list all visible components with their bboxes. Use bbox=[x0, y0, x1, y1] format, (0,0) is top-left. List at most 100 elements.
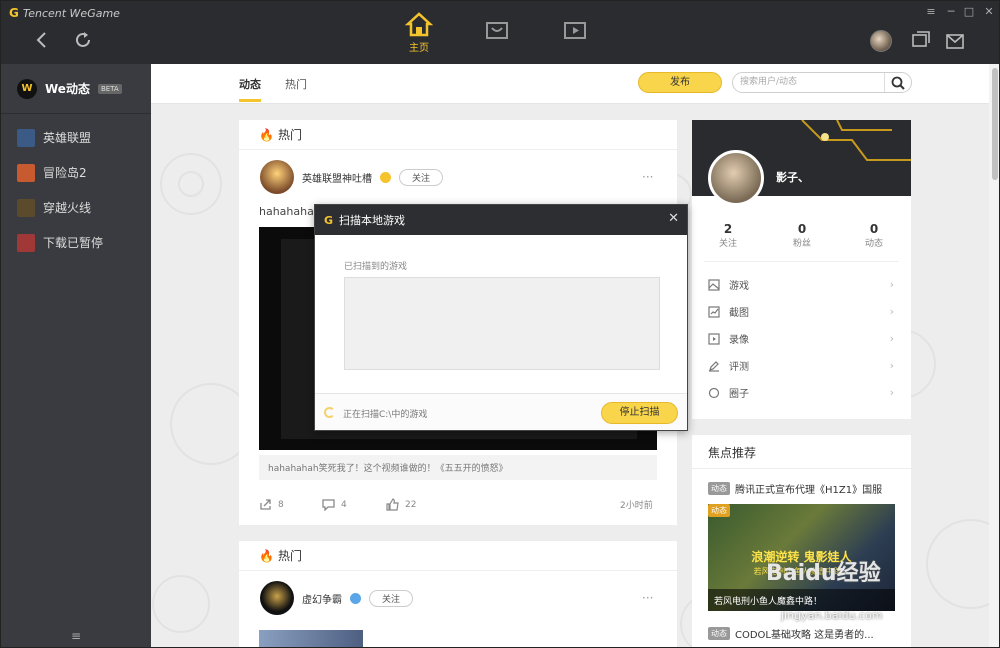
banner-caption: 若风电刑小鱼人魔鑫中路！ bbox=[708, 589, 895, 611]
like-count: 22 bbox=[405, 499, 417, 510]
post-author[interactable]: 虚幻争霸 关注 bbox=[260, 581, 414, 615]
messages-button[interactable] bbox=[910, 30, 932, 52]
sidebar-item-lol[interactable]: 英雄联盟 bbox=[1, 120, 151, 155]
divider bbox=[692, 468, 911, 469]
profile-link-label: 截图 bbox=[729, 308, 749, 319]
sidebar-item-label: 冒险岛2 bbox=[43, 166, 87, 180]
card-section-header: 🔥 热门 bbox=[239, 541, 677, 571]
found-games-list[interactable] bbox=[344, 277, 660, 370]
profile-link-label: 录像 bbox=[729, 335, 749, 346]
author-avatar[interactable] bbox=[260, 160, 294, 194]
author-avatar[interactable] bbox=[260, 581, 294, 615]
author-name[interactable]: 英雄联盟神吐槽 bbox=[302, 170, 372, 185]
profile-link-recordings[interactable]: 录像 › bbox=[708, 325, 894, 352]
stat-label: 关注 bbox=[718, 239, 737, 249]
chevron-right-icon: › bbox=[889, 359, 894, 372]
share-icon bbox=[260, 499, 271, 510]
more-options-icon[interactable]: ··· bbox=[642, 170, 653, 184]
sidebar: W We动态 BETA 英雄联盟 冒险岛2 穿越火线 下载已暂停 ≡ bbox=[1, 64, 151, 647]
stat-value: 0 bbox=[797, 222, 807, 236]
sidebar-item-download-paused[interactable]: 下载已暂停 bbox=[1, 225, 151, 260]
profile-link-circles[interactable]: 圈子 › bbox=[708, 379, 894, 406]
refresh-button[interactable] bbox=[70, 27, 96, 53]
loading-spinner-icon bbox=[324, 407, 335, 418]
focus-item[interactable]: 动态 腾讯正式宣布代理《H1Z1》国服 bbox=[708, 481, 882, 496]
minimize-button[interactable]: ─ bbox=[942, 5, 960, 18]
verified-icon bbox=[350, 592, 361, 604]
profile-link-reviews[interactable]: 评测 › bbox=[708, 352, 894, 379]
close-window-button[interactable]: ✕ bbox=[980, 5, 998, 18]
video-icon bbox=[564, 22, 586, 39]
post-time-text: 2小时前 bbox=[620, 501, 653, 511]
baidu-watermark: Baidu经验 bbox=[766, 561, 881, 586]
app-title: Tencent WeGame bbox=[22, 6, 120, 20]
wegame-window: G Tencent WeGame 主页 ≡ ─ □ ✕ W We动态 BETA … bbox=[0, 0, 1000, 648]
sidebar-item-maplestory2[interactable]: 冒险岛2 bbox=[1, 155, 151, 190]
profile-link-label: 圈子 bbox=[729, 389, 749, 400]
sidebar-header[interactable]: W We动态 BETA bbox=[1, 64, 151, 114]
pencil-icon bbox=[709, 360, 719, 372]
chevron-right-icon: › bbox=[889, 332, 894, 345]
scrollbar[interactable] bbox=[989, 64, 999, 647]
scan-status-text: 正在扫描C:\中的游戏 bbox=[343, 410, 428, 420]
focus-item[interactable]: 动态 CODOL基础攻略 这是勇者的... bbox=[708, 626, 874, 641]
chevron-right-icon: › bbox=[889, 386, 894, 399]
tab-dynamics[interactable]: 动态 bbox=[239, 76, 261, 102]
tab-home-label: 主页 bbox=[409, 43, 429, 54]
tab-home[interactable]: 主页 bbox=[399, 11, 439, 54]
menu-button[interactable]: ≡ bbox=[922, 5, 940, 18]
divider bbox=[704, 261, 899, 262]
play-icon bbox=[708, 332, 720, 345]
section-title: 热门 bbox=[277, 549, 302, 563]
mail-button[interactable] bbox=[944, 30, 966, 52]
lol-game-icon bbox=[17, 128, 35, 147]
comment-action[interactable]: 4 bbox=[322, 498, 347, 511]
refresh-icon bbox=[76, 32, 90, 47]
close-dialog-button[interactable]: ✕ bbox=[668, 211, 679, 226]
tab-hot[interactable]: 热门 bbox=[285, 76, 307, 92]
follow-button[interactable]: 关注 bbox=[399, 168, 444, 186]
scrollbar-thumb[interactable] bbox=[992, 68, 998, 180]
stat-followers[interactable]: 0 粉丝 bbox=[772, 222, 832, 249]
like-action[interactable]: 22 bbox=[386, 498, 416, 511]
profile-link-screenshots[interactable]: 截图 › bbox=[708, 298, 894, 325]
focus-tag: 动态 bbox=[708, 504, 730, 517]
post-time: 2小时前 bbox=[620, 498, 653, 511]
profile-link-games[interactable]: 游戏 › bbox=[708, 271, 894, 298]
follow-button[interactable]: 关注 bbox=[369, 589, 414, 607]
beta-badge: BETA bbox=[97, 83, 122, 94]
share-action[interactable]: 8 bbox=[259, 498, 284, 511]
crossfire-game-icon bbox=[17, 198, 35, 217]
profile-name[interactable]: 影子、 bbox=[776, 169, 809, 185]
author-name[interactable]: 虚幻争霸 bbox=[302, 591, 342, 606]
maplestory-game-icon bbox=[17, 163, 35, 182]
post-image[interactable] bbox=[259, 630, 363, 647]
feed-card: 🔥 热门 虚幻争霸 关注 ··· bbox=[239, 541, 677, 647]
back-button[interactable] bbox=[29, 27, 55, 53]
maximize-button[interactable]: □ bbox=[960, 5, 978, 18]
stat-posts[interactable]: 0 动态 bbox=[844, 222, 904, 249]
tab-store[interactable] bbox=[477, 19, 517, 41]
profile-link-label: 评测 bbox=[729, 362, 749, 373]
sidebar-item-crossfire[interactable]: 穿越火线 bbox=[1, 190, 151, 225]
profile-avatar[interactable] bbox=[708, 150, 764, 206]
sidebar-item-label: 英雄联盟 bbox=[43, 131, 92, 145]
more-options-icon[interactable]: ··· bbox=[642, 591, 653, 605]
search-button[interactable] bbox=[884, 73, 910, 92]
sidebar-menu-icon[interactable]: ≡ bbox=[1, 629, 151, 643]
stop-scan-button[interactable]: 停止扫描 bbox=[601, 402, 678, 424]
sidebar-item-label: 穿越火线 bbox=[43, 201, 92, 215]
we-logo-icon: W bbox=[17, 78, 37, 99]
dialog-title: 扫描本地游戏 bbox=[339, 214, 406, 227]
post-author[interactable]: 英雄联盟神吐槽 关注 bbox=[260, 160, 444, 194]
dialog-header: G 扫描本地游戏 bbox=[315, 205, 687, 235]
comment-icon bbox=[322, 499, 335, 511]
verified-icon bbox=[380, 171, 391, 183]
search-icon bbox=[891, 76, 905, 90]
publish-button[interactable]: 发布 bbox=[638, 72, 722, 93]
stat-following[interactable]: 2 关注 bbox=[698, 222, 758, 249]
video-caption[interactable]: hahahahah笑死我了！这个视频谁做的！《五五开的愤怒》 bbox=[259, 455, 657, 480]
stat-label: 动态 bbox=[864, 239, 883, 249]
tab-video[interactable] bbox=[555, 19, 595, 41]
user-avatar[interactable] bbox=[870, 30, 892, 52]
